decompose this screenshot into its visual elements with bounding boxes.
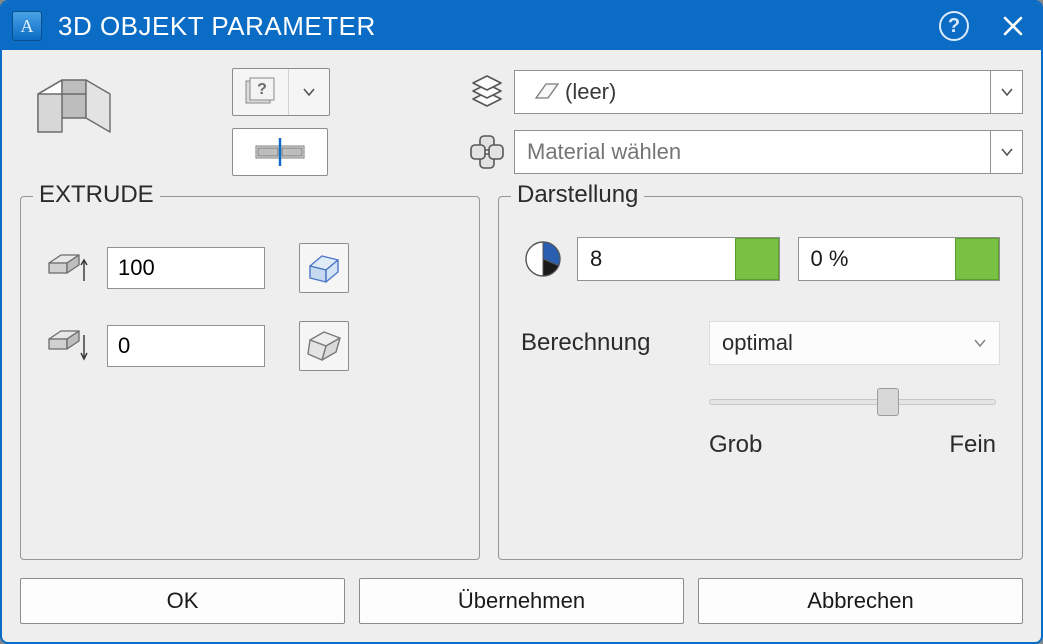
pie-chart-icon bbox=[521, 237, 565, 281]
slider-track bbox=[709, 399, 996, 405]
groupbox-extrude-legend: EXTRUDE bbox=[33, 181, 160, 209]
groupbox-display-legend: Darstellung bbox=[511, 181, 644, 209]
svg-text:?: ? bbox=[257, 81, 267, 98]
slider-min-label: Grob bbox=[709, 431, 762, 459]
upper-controls-row: ? bbox=[20, 68, 1023, 188]
dialog-body: ? bbox=[2, 50, 1041, 642]
centerline-icon bbox=[250, 138, 310, 166]
prism-open-bottom-icon bbox=[306, 330, 342, 362]
extrude-bottom-input[interactable] bbox=[107, 325, 265, 367]
pen-color-swatch bbox=[735, 238, 779, 280]
groupbox-display: Darstellung 8 bbox=[498, 196, 1023, 560]
chevron-down-icon[interactable] bbox=[990, 131, 1022, 173]
material-dropdown-placeholder: Material wählen bbox=[527, 139, 990, 165]
dialog-buttons-row: OK Übernehmen Abbrechen bbox=[20, 578, 1023, 624]
groupbox-row: EXTRUDE bbox=[20, 196, 1023, 560]
calculation-label: Berechnung bbox=[521, 329, 709, 357]
height-top-icon bbox=[43, 251, 89, 285]
slider-thumb[interactable] bbox=[877, 388, 899, 416]
chevron-down-icon bbox=[289, 69, 329, 115]
calculation-dropdown[interactable]: optimal bbox=[709, 321, 1000, 365]
slider-max-label: Fein bbox=[949, 431, 996, 459]
extrude-bottom-mode-button[interactable] bbox=[299, 321, 349, 371]
window-title: 3D OBJEKT PARAMETER bbox=[58, 11, 376, 42]
pen-number-field[interactable]: 8 bbox=[577, 237, 780, 281]
app-badge-icon: A bbox=[12, 11, 42, 41]
opacity-field[interactable]: 0 % bbox=[798, 237, 1001, 281]
titlebar: A 3D OBJEKT PARAMETER ? bbox=[2, 2, 1041, 50]
apply-button[interactable]: Übernehmen bbox=[359, 578, 684, 624]
pen-number-value: 8 bbox=[578, 238, 735, 280]
cancel-button[interactable]: Abbrechen bbox=[698, 578, 1023, 624]
chevron-down-icon[interactable] bbox=[990, 71, 1022, 113]
question-mark-box-icon: ? bbox=[233, 69, 289, 115]
extrude-top-input[interactable] bbox=[107, 247, 265, 289]
ok-button[interactable]: OK bbox=[20, 578, 345, 624]
extrude-top-mode-button[interactable] bbox=[299, 243, 349, 293]
calculation-dropdown-value: optimal bbox=[722, 330, 793, 356]
material-icon bbox=[460, 132, 514, 172]
chevron-down-icon bbox=[973, 336, 987, 350]
layer-dropdown-value: (leer) bbox=[565, 79, 990, 105]
alignment-tool-button[interactable] bbox=[232, 128, 328, 176]
dialog-window: A 3D OBJEKT PARAMETER ? bbox=[0, 0, 1043, 644]
object-type-icon bbox=[32, 72, 124, 142]
layers-icon bbox=[460, 72, 514, 112]
prism-open-top-icon bbox=[306, 252, 342, 284]
material-dropdown[interactable]: Material wählen bbox=[514, 130, 1023, 174]
object-type-dropdown[interactable]: ? bbox=[232, 68, 330, 116]
close-icon[interactable] bbox=[997, 10, 1029, 42]
calculation-slider[interactable]: Grob Fein bbox=[709, 399, 996, 459]
height-bottom-icon bbox=[43, 329, 89, 363]
layer-dropdown[interactable]: (leer) bbox=[514, 70, 1023, 114]
opacity-color-swatch bbox=[955, 238, 999, 280]
layer-item-icon bbox=[527, 80, 565, 104]
groupbox-extrude: EXTRUDE bbox=[20, 196, 480, 560]
opacity-value: 0 % bbox=[799, 238, 956, 280]
help-icon[interactable]: ? bbox=[939, 11, 969, 41]
